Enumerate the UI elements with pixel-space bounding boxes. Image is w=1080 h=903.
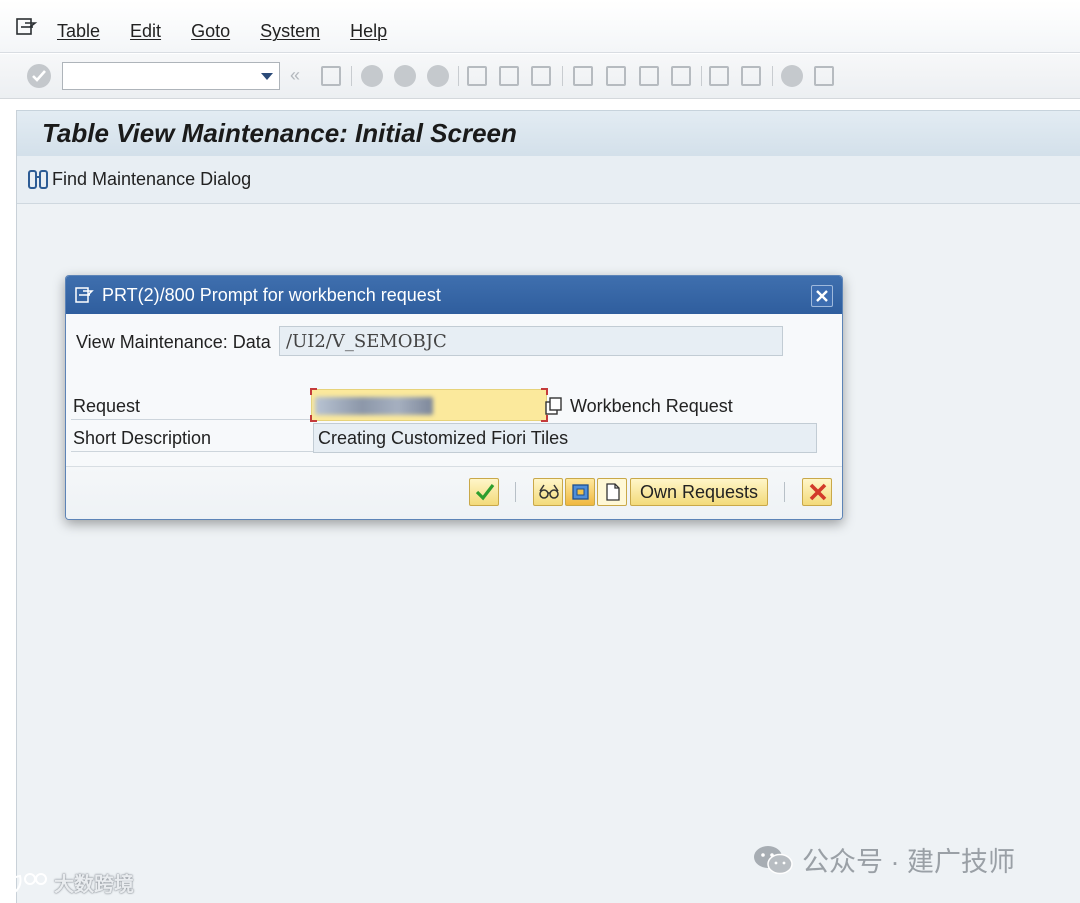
last-page-icon[interactable] (671, 66, 691, 86)
short-description-label: Short Description (73, 428, 212, 448)
menu-bar: Table Edit Goto System Help (0, 0, 1080, 53)
wechat-icon (754, 845, 793, 874)
first-page-icon[interactable] (573, 66, 593, 86)
create-request-button[interactable] (597, 478, 627, 506)
back-double-chevron-icon[interactable]: « (290, 65, 300, 86)
dialog-menu-icon[interactable] (75, 287, 95, 304)
page-title: Table View Maintenance: Initial Screen (42, 118, 517, 148)
view-maintenance-value: /UI2/V_SEMOBJC (286, 331, 447, 352)
previous-page-icon[interactable] (606, 66, 626, 86)
view-maintenance-label: View Maintenance: Data (76, 332, 271, 352)
screen-title-bar: Table View Maintenance: Initial Screen (17, 110, 1080, 156)
find-maintenance-dialog-label: Find Maintenance Dialog (52, 168, 252, 189)
close-icon (816, 290, 828, 302)
find-icon[interactable] (499, 66, 519, 86)
save-icon[interactable] (321, 66, 341, 86)
display-request-button[interactable] (533, 478, 563, 506)
cancel-button[interactable] (802, 478, 832, 506)
menu-help[interactable]: Help (350, 21, 387, 42)
system-menu-icon[interactable] (16, 18, 38, 36)
request-label: Request (73, 396, 141, 416)
new-document-icon (606, 483, 620, 501)
help-icon[interactable] (781, 65, 803, 87)
standard-toolbar: « (0, 54, 1080, 99)
request-value-help-icon[interactable] (544, 396, 564, 416)
create-session-icon[interactable] (709, 66, 729, 86)
short-description-field[interactable]: Creating Customized Fiori Tiles (313, 423, 817, 453)
corner-watermark: 大数跨境 (8, 868, 134, 897)
cancel-icon[interactable] (427, 65, 449, 87)
shortcut-icon[interactable] (741, 66, 761, 86)
short-description-value: Creating Customized Fiori Tiles (318, 428, 569, 448)
request-value-redacted (315, 397, 433, 415)
dialog-close-button[interactable] (811, 285, 833, 307)
glasses-icon (539, 484, 559, 499)
application-toolbar: Find Maintenance Dialog (17, 156, 1080, 204)
logo-icon (10, 872, 47, 892)
dialog-header: PRT(2)/800 Prompt for workbench request (66, 276, 842, 314)
layout-icon[interactable] (814, 66, 834, 86)
corner-watermark-text: 大数跨境 (54, 874, 134, 896)
back-icon[interactable] (361, 65, 383, 87)
command-field[interactable] (62, 62, 280, 90)
wechat-watermark: 公众号 · 建广技师 (752, 840, 1015, 879)
request-type-label: Workbench Request (570, 396, 733, 416)
view-maintenance-field: /UI2/V_SEMOBJC (279, 326, 783, 356)
menu-edit[interactable]: Edit (130, 21, 161, 42)
find-next-icon[interactable] (531, 66, 551, 86)
next-page-icon[interactable] (639, 66, 659, 86)
request-input[interactable] (310, 388, 548, 422)
wechat-watermark-text: 公众号 · 建广技师 (802, 847, 1015, 877)
transport-request-icon (572, 484, 589, 500)
confirm-button[interactable] (469, 478, 499, 506)
print-icon[interactable] (467, 66, 487, 86)
menu-goto[interactable]: Goto (191, 21, 230, 42)
select-request-button[interactable] (565, 478, 595, 506)
red-x-icon (809, 483, 827, 501)
menu-table[interactable]: Table (57, 21, 100, 42)
workbench-request-dialog: PRT(2)/800 Prompt for workbench request … (65, 275, 843, 520)
green-check-icon (475, 484, 495, 501)
exit-icon[interactable] (394, 65, 416, 87)
binoculars-icon (28, 170, 48, 189)
command-dropdown-icon[interactable] (261, 73, 273, 80)
dialog-title: PRT(2)/800 Prompt for workbench request (102, 285, 441, 305)
menu-system[interactable]: System (260, 21, 320, 42)
enter-icon[interactable] (27, 64, 51, 88)
find-maintenance-dialog-button[interactable]: Find Maintenance Dialog (27, 168, 251, 190)
own-requests-button[interactable]: Own Requests (630, 478, 768, 506)
